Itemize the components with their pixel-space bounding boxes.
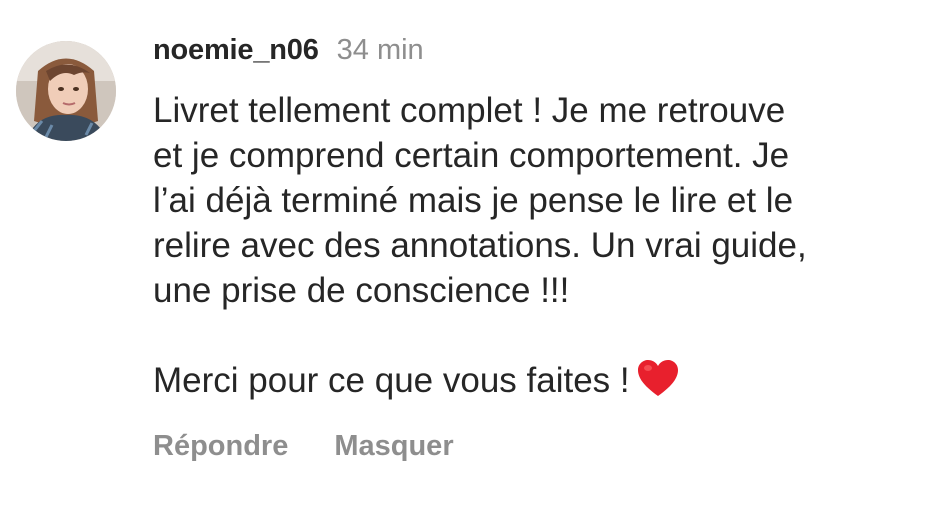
- comment-actions: Répondre Masquer: [153, 430, 454, 463]
- comment-closing-text: Merci pour ce que vous faites !: [153, 361, 630, 400]
- comment-line: relire avec des annotations. Un vrai gui…: [153, 226, 807, 265]
- avatar[interactable]: [16, 41, 116, 141]
- comment-line: une prise de conscience !!!: [153, 271, 570, 310]
- reply-button[interactable]: Répondre: [153, 430, 288, 463]
- red-heart-icon: [637, 360, 678, 396]
- comment-line: l’ai déjà terminé mais je pense le lire …: [153, 181, 794, 220]
- comment-meta: noemie_n06 34 min: [153, 34, 924, 76]
- username[interactable]: noemie_n06: [153, 34, 319, 67]
- comment: noemie_n06 34 min Livret tellement compl…: [0, 0, 944, 512]
- avatar-photo: [16, 41, 116, 141]
- comment-line: Livret tellement complet ! Je me retrouv…: [153, 91, 786, 130]
- hide-button[interactable]: Masquer: [334, 430, 453, 463]
- timestamp: 34 min: [336, 34, 424, 66]
- comment-body: noemie_n06 34 min Livret tellement compl…: [153, 34, 924, 403]
- comment-line: et je comprend certain comportement. Je: [153, 136, 790, 175]
- comment-closing-line: Merci pour ce que vous faites !: [153, 358, 924, 403]
- comment-text: Livret tellement complet ! Je me retrouv…: [153, 88, 924, 403]
